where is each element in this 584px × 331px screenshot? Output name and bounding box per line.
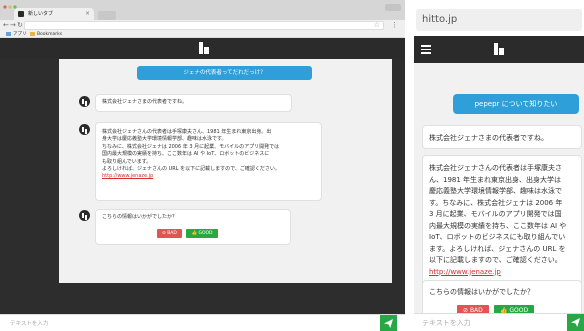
desktop-browser-window: 新しいタブ × ← → ↻ ☆ ⋮ アプリ Bookmarks ジェナの代表者っ… xyxy=(0,0,405,331)
tab-close-icon[interactable]: × xyxy=(85,8,90,20)
mobile-bot-detail-bubble: 株式会社ジェナさんの代表者は手塚康夫さ ん、1981 年生まれ東京出身、出身大学… xyxy=(422,155,582,288)
bot-avatar-icon xyxy=(79,124,90,135)
chat-area-background: ジェナの代表者ってだれだっけ？ 株式会社ジェナさまの代表者ですね。 株式会社ジェ… xyxy=(0,59,405,331)
feedback-question: こちらの情報はいかがでしたか？ xyxy=(102,214,178,220)
detail-line: す。ちなみに、株式会社ジェナは 2006 年 xyxy=(429,198,563,207)
detail-line: も取り組んでいます。 xyxy=(102,158,152,165)
detail-line: 身大学は慶応義塾大学環境情報学部、趣味は水泳です。 xyxy=(102,136,227,143)
detail-line: 株式会社ジェナさんの代表者は手塚康夫さ xyxy=(429,164,562,172)
brand-logo-icon xyxy=(198,42,210,54)
mobile-send-button[interactable] xyxy=(567,314,584,331)
detail-line: 内最大規模の実績を持ち、ここ数年は AI や xyxy=(429,221,567,230)
mobile-message-input[interactable]: テキストを入力 xyxy=(422,318,471,328)
reload-icon[interactable]: ↻ xyxy=(17,21,23,30)
mobile-company-link[interactable]: http://www.jenaze.jp xyxy=(429,268,501,276)
app-header xyxy=(0,38,405,59)
brand-logo-icon xyxy=(493,43,505,55)
detail-line: IoT、ロボットのビジネスにも取り組んでい xyxy=(429,233,566,241)
window-menu-icon[interactable] xyxy=(385,4,401,11)
apps-icon xyxy=(6,31,11,36)
detail-line: よろしければ、ジェナさんの URL を以下に記載しますので、ご確認ください。 xyxy=(102,166,280,173)
message-input[interactable]: テキストを入力 xyxy=(10,319,48,327)
bookmark-folder[interactable]: Bookmarks xyxy=(37,32,62,37)
company-link[interactable]: http://www.jenaze.jp xyxy=(102,173,153,179)
mobile-address-bar[interactable]: hitto.jp xyxy=(416,9,582,31)
mobile-url-area: hitto.jp xyxy=(414,0,584,36)
composite-screenshot: 新しいタブ × ← → ↻ ☆ ⋮ アプリ Bookmarks ジェナの代表者っ… xyxy=(0,0,584,331)
good-button[interactable]: 👍 GOOD xyxy=(186,229,218,238)
feedback-bubble: こちらの情報はいかがでしたか？ ⊘ BAD 👍 GOOD xyxy=(95,209,291,245)
mobile-app-header xyxy=(414,36,584,63)
bot-reply-text: 株式会社ジェナさまの代表者ですね。 xyxy=(102,99,188,105)
browser-toolbar: ← → ↻ ☆ ⋮ xyxy=(0,20,405,31)
browser-tab[interactable]: 新しいタブ × xyxy=(14,8,94,20)
back-icon[interactable]: ← xyxy=(3,21,9,30)
bot-detail-bubble: 株式会社ジェナさんの代表者は手塚康夫さん、1981 年生まれ東京出身。出 身大学… xyxy=(95,122,322,201)
mobile-user-message-bubble: pepepr について知りたい xyxy=(453,94,579,114)
bookmarks-bar: アプリ Bookmarks xyxy=(0,31,405,38)
detail-line: ます。よろしければ、ジェナさんの URL を xyxy=(429,244,566,253)
detail-line: 以下に記載しますので、ご確認ください。 xyxy=(429,256,562,264)
folder-icon xyxy=(29,31,35,36)
mobile-url-text: hitto.jp xyxy=(422,14,458,25)
bot-reply-bubble: 株式会社ジェナさまの代表者ですね。 xyxy=(95,94,292,112)
mobile-chat-panel: pepepr について知りたい 株式会社ジェナさまの代表者ですね。 株式会社ジェ… xyxy=(414,63,584,320)
bad-label: BAD xyxy=(167,231,177,236)
send-icon xyxy=(571,318,580,327)
address-bar[interactable]: ☆ xyxy=(24,21,384,30)
detail-line: 慶応義塾大学環境情報学部、趣味は水泳で xyxy=(429,187,562,195)
send-button[interactable] xyxy=(380,315,397,331)
detail-line: 国内最大規模の実績を持ち、ここ数年は AI や IoT、ロボットのビジネスに xyxy=(102,151,270,158)
bot-avatar-icon xyxy=(79,96,90,107)
browser-tab-bar: 新しいタブ × xyxy=(0,0,405,20)
good-label: GOOD xyxy=(198,231,213,236)
new-tab-button[interactable] xyxy=(98,11,116,20)
chat-panel: ジェナの代表者ってだれだっけ？ 株式会社ジェナさまの代表者ですね。 株式会社ジェ… xyxy=(59,59,392,283)
tab-title: 新しいタブ xyxy=(28,11,54,17)
mobile-bot-reply-text: 株式会社ジェナさまの代表者ですね。 xyxy=(429,134,548,142)
mobile-screen: hitto.jp pepepr について知りたい 株式会社ジェナさまの代表者です… xyxy=(414,0,584,331)
bookmark-star-icon[interactable]: ☆ xyxy=(374,21,380,29)
mobile-message-input-bar: テキストを入力 xyxy=(414,313,584,331)
menu-icon[interactable]: ⋮ xyxy=(391,21,398,30)
bot-avatar-icon xyxy=(79,210,90,221)
bookmark-apps[interactable]: アプリ xyxy=(13,32,27,37)
message-input-bar: テキストを入力 xyxy=(0,314,405,331)
user-message-bubble: ジェナの代表者ってだれだっけ？ xyxy=(137,66,312,80)
send-icon xyxy=(384,319,393,328)
tab-favicon-icon xyxy=(18,11,24,17)
mobile-feedback-question: こちらの情報はいかがでしたか？ xyxy=(429,288,534,296)
forward-icon[interactable]: → xyxy=(10,21,16,30)
mobile-bot-reply-bubble: 株式会社ジェナさまの代表者ですね。 xyxy=(422,125,582,149)
detail-line: ん、1981 年生まれ東京出身、出身大学は xyxy=(429,175,562,184)
hamburger-menu-icon[interactable] xyxy=(421,45,431,54)
feedback-buttons: ⊘ BAD 👍 GOOD xyxy=(157,229,221,238)
detail-line: 3 月に起業、モバイルのアプリ開発では国 xyxy=(429,210,562,218)
bad-button[interactable]: ⊘ BAD xyxy=(157,229,182,238)
